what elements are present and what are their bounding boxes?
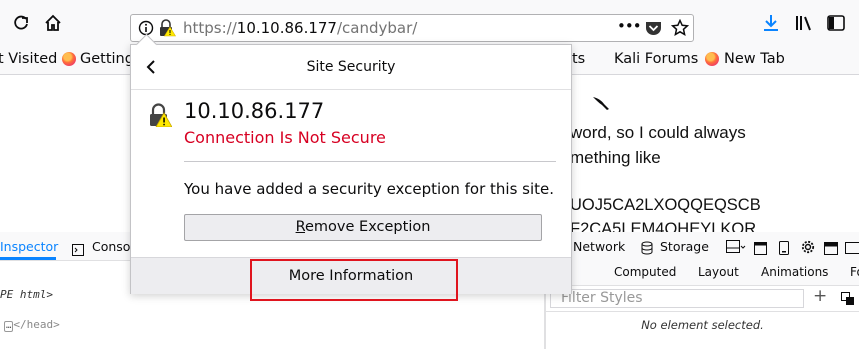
bookmark-new-tab[interactable]: New Tab bbox=[724, 51, 785, 67]
tab-layout[interactable]: Layout bbox=[698, 265, 739, 279]
url-bar[interactable]: https://10.10.86.177/candybar/ ••• bbox=[130, 14, 694, 42]
tab-network[interactable]: Network bbox=[573, 239, 625, 254]
url-text[interactable]: https://10.10.86.177/candybar/ bbox=[183, 19, 417, 37]
site-security-panel: Site Security 10.10.86.177 Connection Is… bbox=[130, 33, 572, 294]
phone-icon[interactable] bbox=[779, 240, 789, 259]
page-text-line: mething like bbox=[570, 148, 661, 167]
settings-gear-icon[interactable] bbox=[801, 239, 815, 258]
tab-computed[interactable]: Computed bbox=[614, 265, 676, 279]
reload-icon[interactable] bbox=[10, 12, 32, 34]
library-icon[interactable] bbox=[793, 12, 815, 34]
head-node[interactable]: … </head> bbox=[0, 318, 60, 332]
insecure-lock-icon[interactable] bbox=[158, 19, 177, 41]
sidebar-icon[interactable] bbox=[825, 12, 847, 34]
insecure-lock-icon bbox=[148, 103, 173, 131]
dock-icon[interactable] bbox=[824, 240, 838, 259]
storage-icon bbox=[641, 240, 653, 259]
console-icon bbox=[72, 241, 84, 260]
remove-label-rest: emove Exception bbox=[305, 219, 431, 235]
no-element-message: No element selected. bbox=[545, 312, 859, 349]
page-text-line: word, so I could always bbox=[570, 123, 746, 142]
tab-animations[interactable]: Animations bbox=[761, 265, 828, 279]
firefox-icon bbox=[62, 52, 76, 66]
collapsed-node-badge[interactable]: … bbox=[4, 321, 14, 332]
tab-storage[interactable]: Storage bbox=[660, 239, 709, 254]
add-rule-icon[interactable]: + bbox=[813, 286, 827, 306]
rules-subtabs: les Computed Layout Animations Fo bbox=[545, 260, 859, 286]
site-host: 10.10.86.177 bbox=[184, 99, 325, 123]
separator bbox=[184, 161, 556, 162]
connection-status: Connection Is Not Secure bbox=[184, 128, 386, 147]
page-actions-icon[interactable]: ••• bbox=[617, 17, 642, 35]
filter-row: Filter Styles + bbox=[545, 286, 859, 312]
responsive-icon[interactable] bbox=[754, 240, 767, 259]
page-text-line: UOJ5CA2LXOQQEQSCB bbox=[570, 196, 761, 214]
bookmark-partial[interactable]: ts bbox=[572, 51, 585, 67]
remove-exception-button[interactable]: Remove Exception bbox=[184, 214, 542, 241]
home-icon[interactable] bbox=[42, 12, 64, 34]
active-tab-indicator bbox=[0, 257, 56, 260]
bookmark-star-icon[interactable] bbox=[670, 18, 690, 41]
downloads-icon[interactable] bbox=[760, 12, 782, 34]
pocket-icon[interactable] bbox=[645, 20, 662, 40]
bookmark-most-visited[interactable]: t Visited bbox=[0, 51, 57, 67]
tab-console[interactable]: Consol bbox=[92, 239, 134, 254]
page-paragraph: word, so I could always mething like bbox=[570, 120, 746, 170]
filter-styles-input[interactable]: Filter Styles bbox=[550, 289, 804, 308]
close-devtools-icon[interactable] bbox=[845, 242, 859, 254]
nav-toolbar: https://10.10.86.177/candybar/ ••• bbox=[0, 0, 859, 44]
pseudo-class-icon[interactable] bbox=[841, 291, 855, 310]
panel-title: Site Security bbox=[306, 59, 396, 75]
doctype-node[interactable]: PE html> bbox=[0, 288, 53, 301]
bookmark-kali-forums[interactable]: Kali Forums bbox=[614, 51, 698, 67]
remove-label-accesskey: R bbox=[295, 219, 306, 235]
bookmark-getting-started[interactable]: Getting bbox=[80, 51, 134, 67]
firefox-icon bbox=[705, 52, 719, 66]
layout-toggle-icon[interactable] bbox=[726, 239, 746, 258]
annotation-highlight-box bbox=[250, 259, 458, 301]
panel-header: Site Security bbox=[131, 45, 571, 90]
tab-fonts[interactable]: Fo bbox=[850, 265, 859, 279]
no-element-text: No element selected. bbox=[641, 318, 764, 332]
tab-inspector[interactable]: Inspector bbox=[0, 239, 58, 254]
exception-message: You have added a security exception for … bbox=[184, 180, 555, 198]
